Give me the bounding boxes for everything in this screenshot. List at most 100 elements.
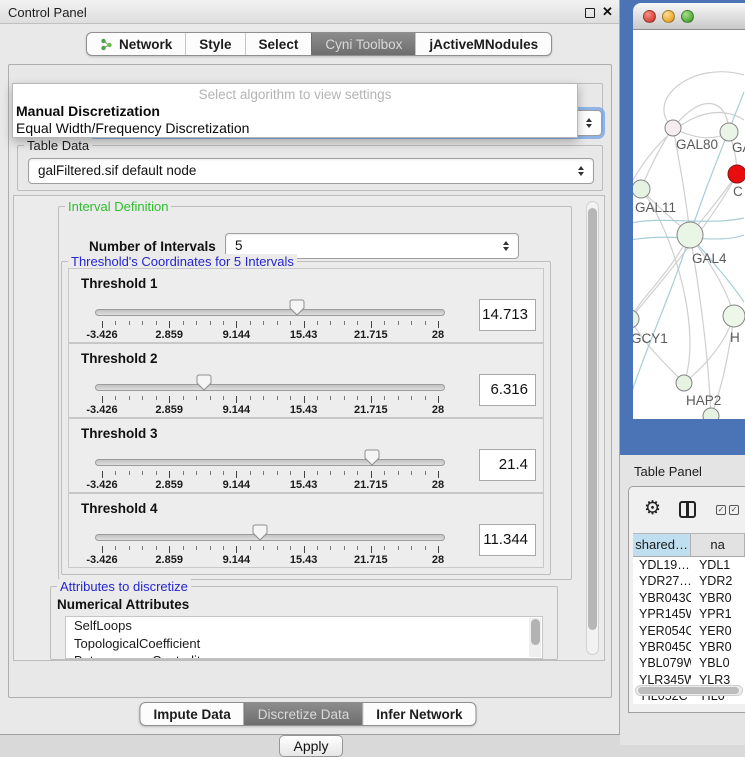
slider-track[interactable] [95,384,445,391]
tab-style[interactable]: Style [185,33,244,55]
slider-ticks [102,471,438,479]
slider-thumb[interactable] [289,299,304,316]
table-cell[interactable]: YBL079W [633,655,691,671]
interval-definition-group: Interval Definition Number of Intervals … [58,206,572,580]
threshold-value-field[interactable]: 11.344 [479,524,536,556]
attribute-list[interactable]: SelfLoopsTopologicalCoefficientBetweenne… [65,616,543,659]
node-label: GAL80 [676,137,718,152]
node-label: GAL4 [692,251,727,266]
table-cell[interactable]: YDL19… [633,557,691,573]
gear-icon[interactable]: ⚙ [644,497,661,519]
slider-track[interactable] [95,309,445,316]
scrollbar-thumb[interactable] [638,687,739,694]
network-node[interactable] [665,120,681,136]
minimize-traffic-light-icon[interactable] [662,10,675,23]
table-row[interactable]: YDR27…YDR2 [633,573,745,589]
network-node[interactable] [633,180,650,198]
table-cell[interactable]: YBL0 [691,655,745,671]
table-row[interactable]: YBL079WYBL0 [633,655,745,671]
table-cell[interactable]: YPR145W [633,606,691,622]
threshold-slider[interactable]: -3.4262.8599.14415.4321.71528 [95,419,445,494]
column-header-shared-name[interactable]: shared… [633,534,691,556]
table-cell[interactable]: YBR0 [691,639,745,655]
column-header-name[interactable]: na [691,534,745,556]
threshold-slider[interactable]: -3.4262.8599.14415.4321.71528 [95,344,445,419]
threshold-value-field[interactable]: 6.316 [479,374,536,406]
checkbox-icon[interactable]: ✓ [716,505,726,515]
numerical-attributes-label: Numerical Attributes [57,597,189,612]
slider-tick-labels: -3.4262.8599.14415.4321.71528 [102,554,438,566]
slider-ticks [102,396,438,404]
table-row[interactable]: YBR045CYBR0 [633,639,745,655]
table-row[interactable]: YDL19…YDL1 [633,557,745,573]
close-icon[interactable]: ✕ [602,4,613,20]
table-cell[interactable]: YER054C [633,623,691,639]
checkbox-icon[interactable]: ✓ [729,505,739,515]
table-cell[interactable]: YPR1 [691,606,745,622]
table-cell[interactable]: YER0 [691,623,745,639]
attribute-item[interactable]: BetweennessCentrality [66,652,542,659]
tab-network[interactable]: Network [87,33,185,55]
network-node[interactable] [728,165,745,183]
network-canvas[interactable]: GAL80GAL11GAL4GCY1HAP2GACH [633,30,745,419]
threshold-slider[interactable]: -3.4262.8599.14415.4321.71528 [95,494,445,569]
network-node[interactable] [720,123,738,141]
node-label-fragment: H [730,330,740,345]
slider-track[interactable] [95,459,445,466]
tab-jactivemnodules[interactable]: jActiveMNodules [415,33,551,55]
attribute-item[interactable]: TopologicalCoefficient [66,635,542,653]
node-table: shared… na YDL19…YDL1YDR27…YDR2YBR043CYB… [633,533,745,704]
tab-discretize-data[interactable]: Discretize Data [244,703,363,725]
table-cell[interactable]: YBR045C [633,639,691,655]
table-row[interactable]: YER054CYER0 [633,623,745,639]
table-data-combobox[interactable]: galFiltered.sif default node [28,158,594,184]
slider-thumb[interactable] [364,449,379,466]
table-cell[interactable]: YBR0 [691,590,745,606]
slider-track[interactable] [95,534,445,541]
network-node[interactable] [633,310,639,328]
threshold-slider[interactable]: -3.4262.8599.14415.4321.71528 [95,269,445,344]
table-horizontal-scrollbar[interactable] [635,685,743,696]
tab-select[interactable]: Select [245,33,312,55]
network-window-titlebar[interactable] [633,3,745,30]
attribute-item[interactable]: SelfLoops [66,617,542,635]
zoom-traffic-light-icon[interactable] [681,10,694,23]
table-row[interactable]: YBR043CYBR0 [633,590,745,606]
apply-button[interactable]: Apply [279,735,343,757]
tab-cyni-toolbox[interactable]: Cyni Toolbox [311,33,415,55]
table-toolbar: ⚙ ✓ ✓ [629,487,745,533]
threshold-value-field[interactable]: 14.713 [479,299,536,331]
attribute-list-scrollbar[interactable] [529,618,541,657]
attributes-group-title: Attributes to discretize [57,579,191,594]
network-node[interactable] [676,375,692,391]
split-columns-icon[interactable] [679,501,696,518]
tab-impute-data[interactable]: Impute Data [140,703,243,725]
table-row[interactable]: YPR145WYPR1 [633,606,745,622]
network-node[interactable] [703,408,719,419]
tab-label: Cyni Toolbox [325,37,402,52]
tab-infer-network[interactable]: Infer Network [362,703,475,725]
tab-label: Impute Data [153,707,230,722]
network-node[interactable] [723,305,745,327]
close-traffic-light-icon[interactable] [643,10,656,23]
control-panel-window: Control Panel ✕ Network Style Select Cyn… [0,0,620,735]
interval-definition-title: Interval Definition [65,199,171,214]
slider-thumb[interactable] [196,374,211,391]
network-node[interactable] [677,222,703,248]
threshold-value-field[interactable]: 21.4 [479,449,536,481]
table-cell[interactable]: YBR043C [633,590,691,606]
popup-item-equal-width-frequency[interactable]: Equal Width/Frequency Discretization [16,120,249,136]
scrollbar-thumb[interactable] [588,208,597,630]
table-data-group: Table Data galFiltered.sif default node [17,145,603,191]
table-cell[interactable]: YDR27… [633,573,691,589]
settings-scrollpane: Interval Definition Number of Intervals … [13,195,605,661]
scrollbar-thumb[interactable] [531,619,540,645]
float-window-icon[interactable] [585,8,595,18]
settings-scrollbar[interactable] [586,201,599,655]
threshold-panel: Threshold 1 -3.4262.8599.14415.4321.7152… [68,268,544,343]
slider-thumb[interactable] [252,524,267,541]
popup-item-manual-discretization[interactable]: Manual Discretization [16,103,160,119]
tab-label: Select [259,37,299,52]
table-cell[interactable]: YDL1 [691,557,745,573]
table-cell[interactable]: YDR2 [691,573,745,589]
